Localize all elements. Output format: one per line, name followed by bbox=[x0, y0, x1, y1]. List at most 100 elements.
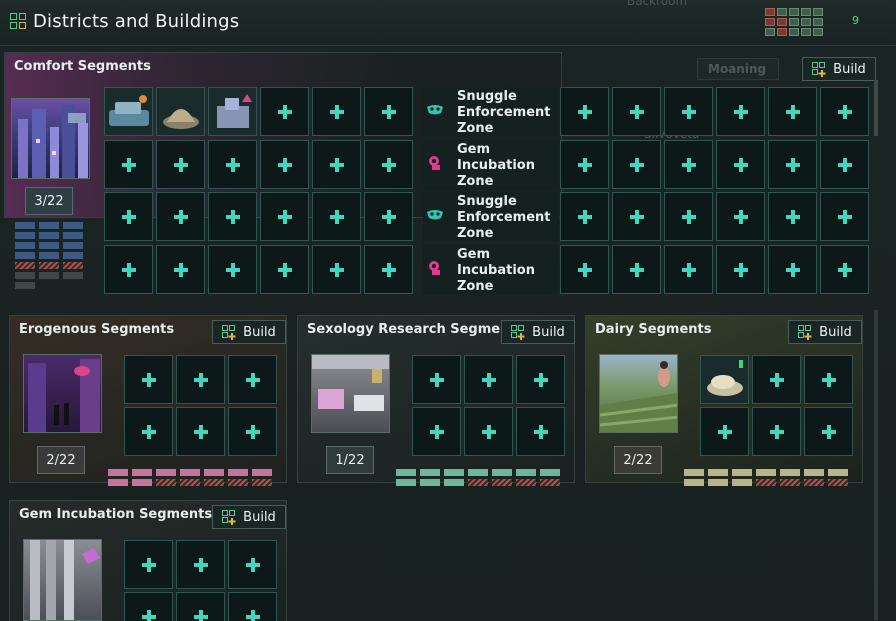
comfort-empty-slot[interactable] bbox=[312, 192, 361, 241]
comfort-empty-slot[interactable] bbox=[208, 140, 257, 189]
plus-icon bbox=[245, 372, 260, 387]
dairy-empty-slot[interactable] bbox=[752, 407, 801, 456]
erogenous-empty-slot[interactable] bbox=[176, 407, 225, 456]
comfort-empty-slot[interactable] bbox=[820, 87, 869, 136]
comfort-empty-slot[interactable] bbox=[260, 140, 309, 189]
comfort-building-1[interactable] bbox=[104, 87, 153, 136]
gem-empty-slot[interactable] bbox=[124, 540, 173, 589]
gem-empty-slot[interactable] bbox=[228, 592, 277, 621]
dairy-empty-slot[interactable] bbox=[752, 355, 801, 404]
comfort-empty-slot[interactable] bbox=[208, 245, 257, 294]
erogenous-empty-slot[interactable] bbox=[124, 407, 173, 456]
build-icon bbox=[812, 61, 826, 77]
dairy-district-image[interactable] bbox=[599, 354, 678, 433]
comfort-empty-slot[interactable] bbox=[820, 192, 869, 241]
comfort-empty-slot[interactable] bbox=[612, 140, 661, 189]
comfort-empty-slot[interactable] bbox=[716, 192, 765, 241]
zone-item[interactable]: Gem Incubation Zone bbox=[423, 245, 559, 295]
erogenous-build-button[interactable]: Build bbox=[212, 320, 286, 344]
comfort-empty-slot[interactable] bbox=[364, 140, 413, 189]
build-icon bbox=[222, 324, 236, 340]
comfort-empty-slot[interactable] bbox=[768, 245, 817, 294]
comfort-empty-slot[interactable] bbox=[612, 87, 661, 136]
gem-district-image[interactable] bbox=[23, 539, 102, 621]
sexology-empty-slot[interactable] bbox=[464, 407, 513, 456]
comfort-empty-slot[interactable] bbox=[364, 245, 413, 294]
comfort-empty-slot[interactable] bbox=[716, 245, 765, 294]
erogenous-empty-slot[interactable] bbox=[228, 355, 277, 404]
comfort-empty-slot[interactable] bbox=[612, 192, 661, 241]
comfort-empty-slot[interactable] bbox=[364, 87, 413, 136]
comfort-empty-slot[interactable] bbox=[104, 140, 153, 189]
gem-build-button[interactable]: Build bbox=[212, 505, 286, 529]
main-scrollbar[interactable] bbox=[874, 310, 878, 620]
plus-icon bbox=[381, 157, 396, 172]
comfort-building-2[interactable] bbox=[156, 87, 205, 136]
comfort-empty-slot[interactable] bbox=[716, 87, 765, 136]
comfort-empty-slot[interactable] bbox=[820, 245, 869, 294]
zone-item[interactable]: Snuggle Enforcement Zone bbox=[423, 87, 559, 137]
comfort-empty-slot[interactable] bbox=[716, 140, 765, 189]
comfort-empty-slot[interactable] bbox=[560, 87, 609, 136]
sexology-empty-slot[interactable] bbox=[516, 355, 565, 404]
comfort-empty-slot[interactable] bbox=[560, 245, 609, 294]
comfort-empty-slot[interactable] bbox=[260, 245, 309, 294]
zone-item[interactable]: Snuggle Enforcement Zone bbox=[423, 192, 559, 242]
comfort-empty-slot[interactable] bbox=[312, 245, 361, 294]
comfort-empty-slot[interactable] bbox=[664, 140, 713, 189]
city-skyline-picture bbox=[18, 105, 88, 178]
comfort-empty-slot[interactable] bbox=[768, 87, 817, 136]
gem-empty-slot[interactable] bbox=[176, 592, 225, 621]
comfort-empty-slot[interactable] bbox=[364, 192, 413, 241]
lab-interior-picture bbox=[312, 355, 389, 411]
comfort-district-image[interactable] bbox=[11, 98, 90, 179]
comfort-empty-slot[interactable] bbox=[208, 192, 257, 241]
comfort-build-button[interactable]: Build bbox=[802, 57, 876, 81]
comfort-empty-slot[interactable] bbox=[768, 140, 817, 189]
sexology-empty-slot[interactable] bbox=[412, 407, 461, 456]
dairy-build-button[interactable]: Build bbox=[788, 320, 862, 344]
comfort-empty-slot[interactable] bbox=[612, 245, 661, 294]
comfort-empty-slot[interactable] bbox=[260, 87, 309, 136]
dairy-empty-slot[interactable] bbox=[804, 407, 853, 456]
dairy-empty-slot[interactable] bbox=[804, 355, 853, 404]
comfort-empty-slot[interactable] bbox=[768, 192, 817, 241]
plus-icon bbox=[733, 104, 748, 119]
erogenous-empty-slot[interactable] bbox=[124, 355, 173, 404]
comfort-empty-slot[interactable] bbox=[664, 192, 713, 241]
comfort-empty-slot[interactable] bbox=[312, 140, 361, 189]
gem-empty-slot[interactable] bbox=[228, 540, 277, 589]
erogenous-empty-slot[interactable] bbox=[176, 355, 225, 404]
plus-icon bbox=[329, 262, 344, 277]
comfort-empty-slot[interactable] bbox=[156, 192, 205, 241]
comfort-empty-slot[interactable] bbox=[156, 245, 205, 294]
comfort-empty-slot[interactable] bbox=[104, 245, 153, 294]
comfort-scrollbar[interactable] bbox=[874, 80, 878, 136]
comfort-empty-slot[interactable] bbox=[664, 87, 713, 136]
zone-label: Gem Incubation Zone bbox=[457, 142, 535, 189]
gem-empty-slot[interactable] bbox=[176, 540, 225, 589]
neon-street-picture bbox=[28, 359, 100, 432]
plus-icon bbox=[329, 104, 344, 119]
dairy-building-1[interactable] bbox=[700, 355, 749, 404]
comfort-building-3[interactable] bbox=[208, 87, 257, 136]
gem-empty-slot[interactable] bbox=[124, 592, 173, 621]
comfort-empty-slot[interactable] bbox=[104, 192, 153, 241]
erogenous-empty-slot[interactable] bbox=[228, 407, 277, 456]
comfort-empty-slot[interactable] bbox=[312, 87, 361, 136]
sexology-district-image[interactable] bbox=[311, 354, 390, 433]
comfort-empty-slot[interactable] bbox=[664, 245, 713, 294]
comfort-empty-slot[interactable] bbox=[560, 192, 609, 241]
dairy-empty-slot[interactable] bbox=[700, 407, 749, 456]
comfort-empty-slot[interactable] bbox=[156, 140, 205, 189]
comfort-empty-slot[interactable] bbox=[820, 140, 869, 189]
sexology-empty-slot[interactable] bbox=[516, 407, 565, 456]
comfort-empty-slot[interactable] bbox=[560, 140, 609, 189]
sexology-empty-slot[interactable] bbox=[412, 355, 461, 404]
erogenous-district-image[interactable] bbox=[23, 354, 102, 433]
sexology-empty-slot[interactable] bbox=[464, 355, 513, 404]
zone-item[interactable]: Gem Incubation Zone bbox=[423, 140, 559, 190]
sexology-build-button[interactable]: Build bbox=[501, 320, 575, 344]
comfort-empty-slot[interactable] bbox=[260, 192, 309, 241]
dairy-segments-title: Dairy Segments bbox=[595, 322, 712, 337]
